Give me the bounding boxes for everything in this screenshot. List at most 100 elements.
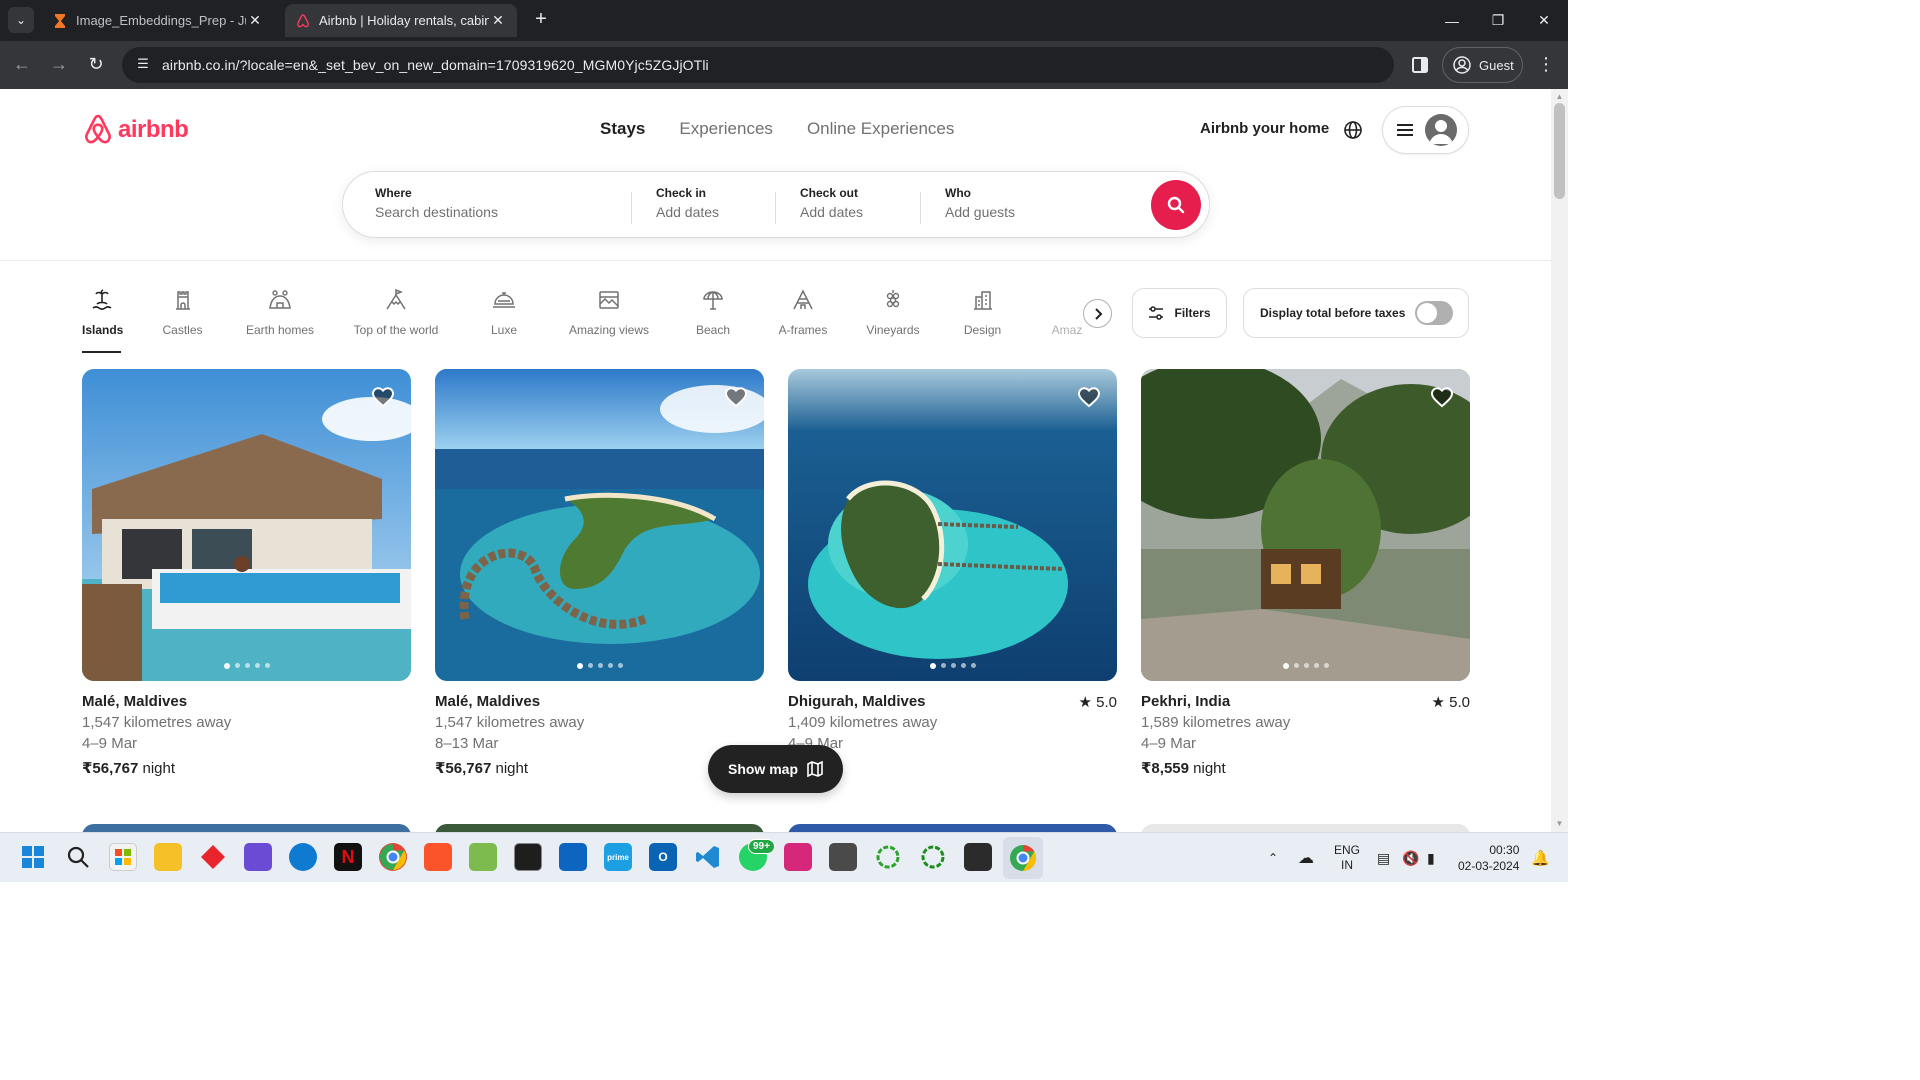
user-menu-button[interactable] <box>1382 106 1469 154</box>
show-map-button[interactable]: Show map <box>708 745 843 793</box>
listing-photo[interactable] <box>435 369 764 681</box>
where-field[interactable]: Where Search destinations <box>375 186 498 220</box>
taxes-toggle[interactable] <box>1415 301 1453 325</box>
language-indicator[interactable]: ENG IN <box>1334 833 1360 883</box>
file-explorer-icon[interactable] <box>154 843 182 871</box>
category-amazing-views[interactable]: Amazing views <box>566 285 652 353</box>
profile-icon <box>1453 56 1471 74</box>
microsoft-store-icon[interactable] <box>109 843 137 871</box>
rating-value: 5.0 <box>1096 694 1117 711</box>
prime-video-icon[interactable]: prime <box>604 843 632 871</box>
battery-icon[interactable]: ▮ <box>1427 833 1435 883</box>
chrome-icon[interactable] <box>379 843 407 871</box>
notifications-icon[interactable]: 🔔 <box>1531 833 1550 883</box>
nav-experiences[interactable]: Experiences <box>679 119 773 139</box>
nav-stays[interactable]: Stays <box>600 119 645 139</box>
copilot-icon[interactable] <box>244 843 272 871</box>
category-vineyards[interactable]: Vineyards <box>864 285 922 353</box>
globe-icon[interactable] <box>1342 119 1364 141</box>
page-scrollbar[interactable]: ▲ ▼ <box>1551 89 1568 832</box>
airbnb-your-home-link[interactable]: Airbnb your home <box>1200 120 1329 137</box>
airbnb-logo[interactable]: airbnb <box>82 113 189 147</box>
side-panel-icon[interactable] <box>1408 53 1432 77</box>
powershell-icon[interactable] <box>964 843 992 871</box>
edge-icon[interactable] <box>289 843 317 871</box>
site-info-icon[interactable]: ☰ <box>134 56 152 74</box>
heart-icon[interactable] <box>371 385 395 409</box>
scrollbar-thumb[interactable] <box>1554 103 1565 199</box>
brave-icon[interactable] <box>424 843 452 871</box>
restore-button[interactable]: ❐ <box>1475 0 1521 41</box>
heart-icon[interactable] <box>1077 385 1101 409</box>
listing-location: Dhigurah, Maldives <box>788 693 926 710</box>
minimize-button[interactable]: — <box>1429 0 1475 41</box>
terminal-icon[interactable] <box>514 843 542 871</box>
green-ring-app-icon[interactable] <box>919 843 947 871</box>
listing-photo[interactable] <box>82 369 411 681</box>
scroll-down-icon[interactable]: ▼ <box>1555 819 1564 828</box>
netflix-icon[interactable]: N <box>334 843 362 871</box>
close-tab-icon[interactable]: ✕ <box>246 12 264 29</box>
who-field[interactable]: Who Add guests <box>945 186 1015 220</box>
listing-photo[interactable] <box>435 824 764 832</box>
whatsapp-icon[interactable]: 99+ <box>739 839 775 871</box>
forward-icon[interactable]: → <box>47 53 71 77</box>
category-luxe[interactable]: Luxe <box>490 285 518 353</box>
tab-airbnb[interactable]: Airbnb | Holiday rentals, cabins, ✕ <box>285 4 517 37</box>
onedrive-icon[interactable]: ☁ <box>1298 833 1314 883</box>
category-beach[interactable]: Beach <box>695 285 731 353</box>
outlook-icon[interactable]: O <box>649 843 677 871</box>
tab-jupyter[interactable]: Image_Embeddings_Prep - Jupy ✕ <box>42 4 274 37</box>
listing-photo[interactable] <box>1141 824 1470 832</box>
listing-card[interactable]: Malé, Maldives 1,547 kilometres away 8–1… <box>435 369 764 777</box>
new-tab-button[interactable]: + <box>530 9 552 31</box>
scroll-up-icon[interactable]: ▲ <box>1555 92 1564 101</box>
volume-muted-icon[interactable]: 🔇 <box>1402 833 1419 883</box>
listing-card[interactable]: Pekhri, India ★ 5.0 1,589 kilometres awa… <box>1141 369 1470 777</box>
windows-start-icon[interactable] <box>19 843 47 871</box>
search-icon[interactable] <box>64 843 92 871</box>
heart-icon[interactable] <box>724 385 748 409</box>
green-ring-app-icon[interactable] <box>874 843 902 871</box>
tab-search-button[interactable]: ⌄ <box>8 7 34 33</box>
reload-icon[interactable]: ↻ <box>84 53 108 77</box>
notification-badge: 99+ <box>748 839 775 854</box>
vscode-icon[interactable] <box>694 843 722 871</box>
category-castles[interactable]: Castles <box>161 285 204 353</box>
instagram-icon[interactable] <box>784 843 812 871</box>
listing-card[interactable]: Dhigurah, Maldives ★ 5.0 1,409 kilometre… <box>788 369 1117 776</box>
nav-online-experiences[interactable]: Online Experiences <box>807 119 954 139</box>
photos-app-icon[interactable] <box>469 843 497 871</box>
checkout-field[interactable]: Check out Add dates <box>800 186 863 220</box>
blue-app-icon[interactable] <box>559 843 587 871</box>
filters-button[interactable]: Filters <box>1132 288 1227 338</box>
close-tab-icon[interactable]: ✕ <box>489 12 507 29</box>
red-diamond-app-icon[interactable] <box>199 843 227 871</box>
listing-photo[interactable] <box>788 824 1117 832</box>
show-hidden-icons-icon[interactable]: ⌃ <box>1268 833 1278 883</box>
category-a-frames[interactable]: A-frames <box>776 285 830 353</box>
cloche-icon <box>493 292 515 308</box>
category-islands[interactable]: Islands <box>82 285 123 353</box>
category-design[interactable]: Design <box>962 285 1003 353</box>
close-window-button[interactable]: ✕ <box>1521 0 1567 41</box>
profile-button[interactable]: Guest <box>1442 47 1523 83</box>
heart-icon[interactable] <box>1430 385 1454 409</box>
listing-photo[interactable] <box>82 824 411 832</box>
listing-card[interactable]: Malé, Maldives 1,547 kilometres away 4–9… <box>82 369 411 777</box>
checkin-field[interactable]: Check in Add dates <box>656 186 719 220</box>
category-earth-homes[interactable]: Earth homes <box>243 285 317 353</box>
listing-photo[interactable] <box>1141 369 1470 681</box>
logo-text: airbnb <box>118 116 189 143</box>
address-bar[interactable]: ☰ airbnb.co.in/?locale=en&_set_bev_on_ne… <box>122 47 1394 83</box>
network-icon[interactable]: ▤ <box>1377 833 1390 883</box>
back-icon[interactable]: ← <box>10 53 34 77</box>
browser-menu-icon[interactable]: ⋮ <box>1536 53 1556 77</box>
clock[interactable]: 00:30 02-03-2024 <box>1458 833 1519 883</box>
category-top-of-the-world[interactable]: Top of the world <box>349 285 443 353</box>
app-window-icon[interactable] <box>829 843 857 871</box>
listing-photo[interactable] <box>788 369 1117 681</box>
chrome-active-icon[interactable] <box>1003 837 1043 879</box>
categories-next-button[interactable] <box>1083 299 1112 328</box>
search-button[interactable] <box>1151 180 1201 230</box>
